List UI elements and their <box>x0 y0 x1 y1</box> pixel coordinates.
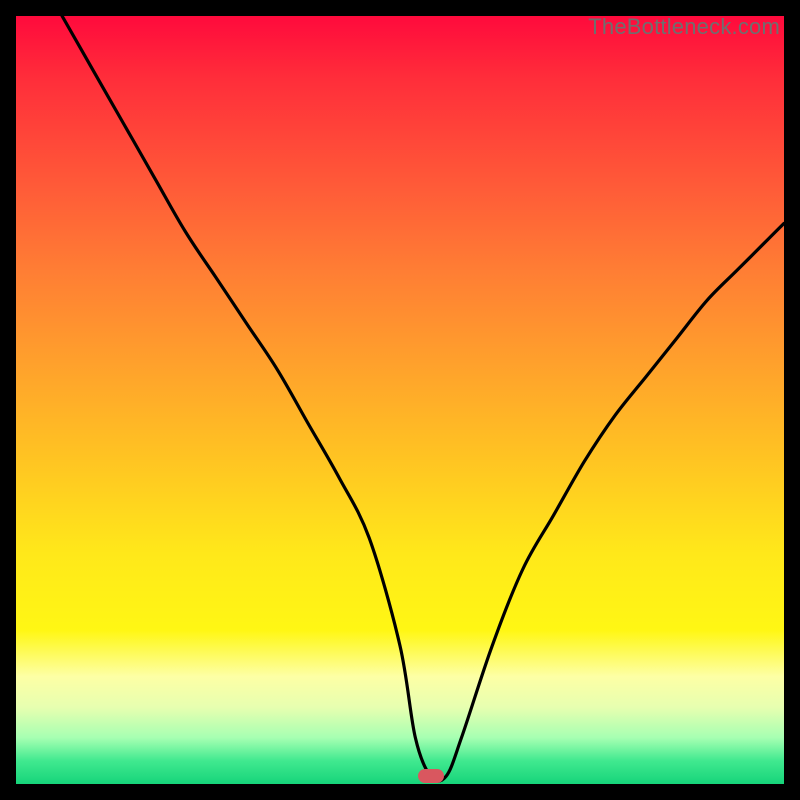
watermark-text: TheBottleneck.com <box>588 14 780 40</box>
min-marker <box>418 769 444 783</box>
chart-svg <box>16 16 784 784</box>
bottleneck-curve <box>62 16 784 781</box>
chart-frame: TheBottleneck.com <box>16 16 784 784</box>
